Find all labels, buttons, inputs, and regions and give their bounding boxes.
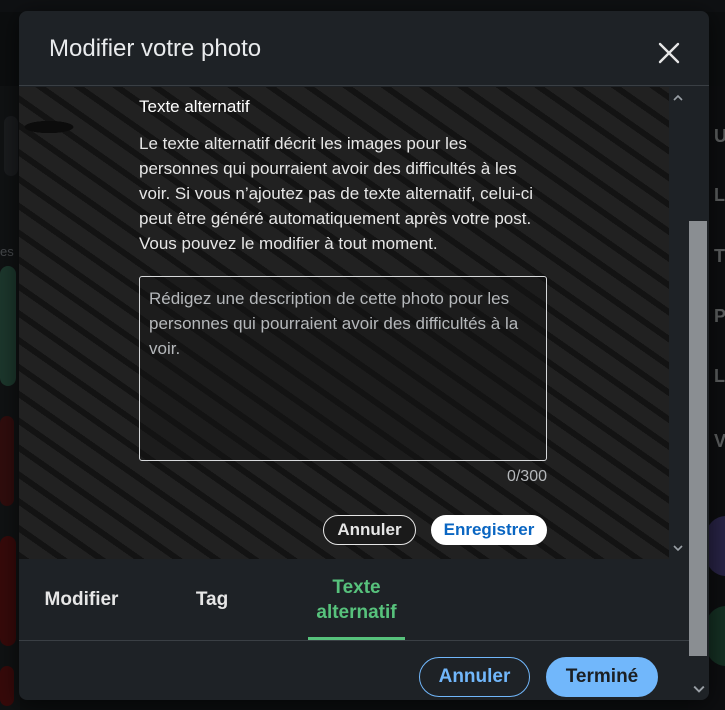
tab-modifier[interactable]: Modifier (29, 559, 134, 641)
modal-header: Modifier votre photo (19, 11, 709, 86)
tab-alt-text[interactable]: Texte alternatif (308, 559, 405, 641)
alt-text-save-button[interactable]: Enregistrer (431, 515, 547, 545)
scroll-up-icon[interactable] (673, 93, 683, 103)
scroll-down-icon[interactable] (673, 543, 683, 553)
cancel-button[interactable]: Annuler (419, 657, 530, 697)
editor-tabs: Modifier Tag Texte alternatif (19, 559, 689, 641)
content-scrollbar[interactable] (669, 87, 687, 559)
modal-title: Modifier votre photo (49, 35, 262, 62)
modal-scroll-down-icon[interactable] (693, 683, 705, 695)
modal-scrollbar-thumb[interactable] (689, 221, 707, 656)
close-icon (658, 42, 680, 64)
done-button[interactable]: Terminé (546, 657, 658, 697)
close-button[interactable] (649, 33, 689, 73)
alt-text-heading: Texte alternatif (139, 97, 250, 116)
alt-text-input[interactable] (139, 276, 547, 461)
photo-preview-area: Texte alternatif Le texte alternatif déc… (19, 87, 669, 559)
tab-tag[interactable]: Tag (162, 559, 262, 641)
alt-text-description: Le texte alternatif décrit les images po… (139, 134, 534, 253)
active-tab-indicator (308, 637, 405, 640)
alt-text-cancel-button[interactable]: Annuler (323, 515, 416, 545)
edit-photo-modal: Modifier votre photo Texte alternatif Le… (19, 11, 709, 700)
char-counter: 0/300 (506, 468, 547, 485)
